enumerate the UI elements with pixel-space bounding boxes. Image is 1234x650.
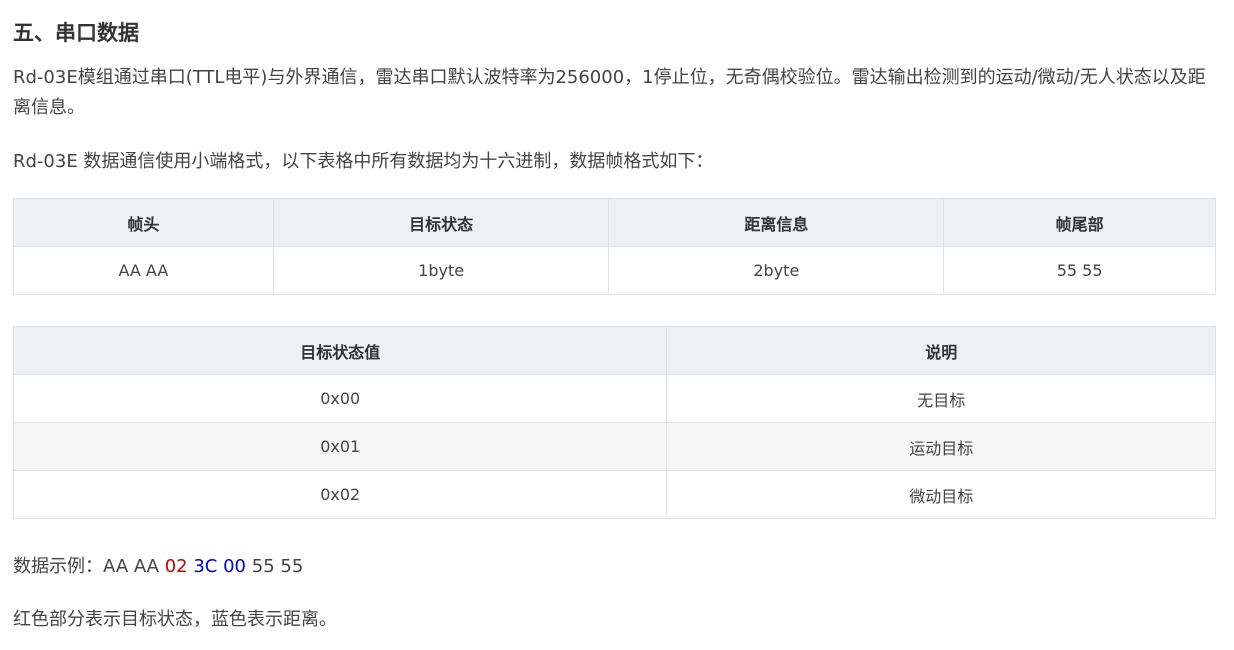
intro-paragraph: Rd-03E模组通过串口(TTL电平)与外界通信，雷达串口默认波特率为25600… [13,67,1206,118]
example-prefix: 数据示例：AA AA [13,556,165,577]
cell-description: 无目标 [666,374,1216,423]
example-suffix: 55 55 [246,556,304,577]
cell-frame-tail: 55 55 [943,246,1216,295]
table-row: 0x00 无目标 [12,374,1216,423]
cell-frame-head: AA AA [13,246,274,295]
header-distance-info: 距离信息 [608,198,945,247]
table-row: AA AA 1byte 2byte 55 55 [13,246,1216,295]
frame-format-table: 帧头 目标状态 距离信息 帧尾部 AA AA 1byte 2byte 55 55 [13,198,1216,295]
header-state-value: 目标状态值 [12,326,668,375]
table-row: 0x01 运动目标 [12,422,1216,471]
example-state-byte: 02 [164,556,188,577]
cell-state-value: 0x01 [12,422,668,471]
table-header-row: 帧头 目标状态 距离信息 帧尾部 [13,198,1216,247]
target-state-table: 目标状态值 说明 0x00 无目标 0x01 运动目标 0x02 微动目标 [12,326,1216,519]
header-target-state: 目标状态 [272,198,610,247]
cell-distance-info: 2byte [608,246,945,295]
table-header-row: 目标状态值 说明 [12,326,1216,375]
data-example: 数据示例：AA AA 02 3C 00 55 55 [13,552,1216,582]
cell-state-value: 0x00 [12,374,668,423]
color-note: 红色部分表示目标状态，蓝色表示距离。 [13,609,337,630]
cell-description: 运动目标 [666,422,1216,471]
header-description: 说明 [666,326,1216,375]
example-distance-low-byte: 3C [193,556,218,577]
cell-target-state: 1byte [272,246,610,295]
format-paragraph: Rd-03E 数据通信使用小端格式，以下表格中所有数据均为十六进制，数据帧格式如… [13,151,714,172]
section-title: 五、串口数据 [13,21,139,45]
header-frame-tail: 帧尾部 [943,198,1216,247]
cell-state-value: 0x02 [12,470,668,519]
cell-description: 微动目标 [666,470,1216,519]
example-distance-high-byte: 00 [223,556,247,577]
table-row: 0x02 微动目标 [12,470,1216,519]
header-frame-head: 帧头 [13,198,274,247]
